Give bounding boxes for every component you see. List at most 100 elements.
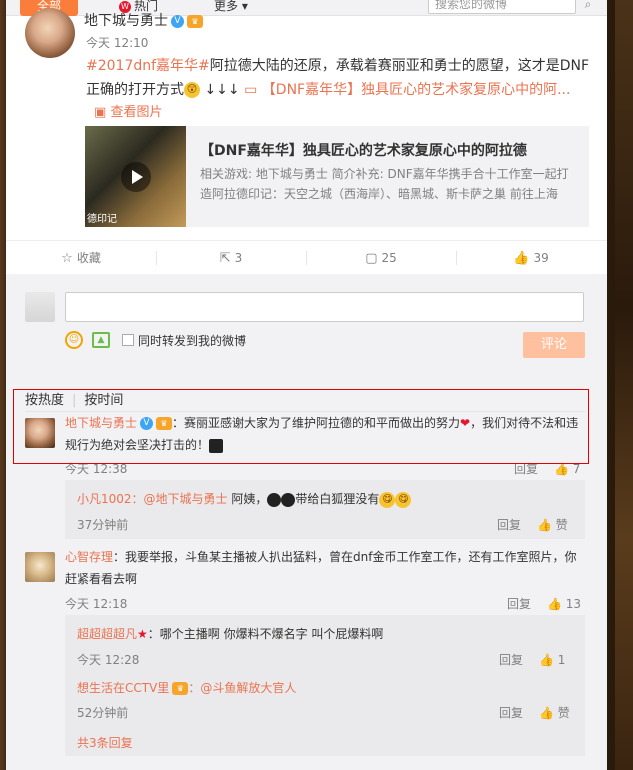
tab-more[interactable]: 更多 ▾ (214, 0, 248, 16)
thumbs-up-icon[interactable]: 👍 (539, 653, 554, 667)
reply-author[interactable]: 超超超超凡 (77, 627, 137, 641)
action-bar: ☆ 收藏 ⇱ 3 ▢ 25 👍 39 (6, 240, 607, 274)
view-image-link[interactable]: ▣ 查看图片 (94, 101, 162, 120)
reply-list: 小凡1002：@地下城与勇士 阿姨， 带给白狐狸没有 😋 😋 37分钟前 回复 👍 赞 (65, 480, 585, 539)
verified-icon: V (140, 417, 154, 430)
reply-like-count: 1 (557, 653, 566, 667)
thumbs-up-icon[interactable]: 👍 (539, 706, 554, 720)
play-icon[interactable] (121, 162, 151, 192)
vip-icon: ♛ (172, 682, 189, 695)
repost-count: 3 (234, 251, 243, 265)
comment-author[interactable]: 心智存理 (65, 550, 113, 564)
repost-checkbox-label[interactable]: 同时转发到我的微博 (138, 332, 246, 349)
reply-button[interactable]: 回复 (507, 597, 531, 611)
comment-actions: 回复 👍 7 (514, 460, 580, 477)
comment-text: 心智存理：我要举报，斗鱼某主播被人扒出猛料，曾在dnf金币工作室工作，还有工作室… (65, 546, 585, 590)
repost-checkbox[interactable] (122, 334, 134, 346)
comment-actions: 回复 👍 13 (507, 595, 581, 612)
sort-by-hot[interactable]: 按热度 (25, 393, 64, 408)
my-avatar[interactable] (25, 292, 55, 322)
card-title[interactable]: 【DNF嘉年华】独具匠心的艺术家复原心中的阿拉德 (200, 140, 527, 160)
comment-avatar[interactable] (25, 552, 55, 582)
thumbs-up-icon: 👍 (513, 251, 530, 266)
laugh-emoji-icon: 😋 (395, 491, 412, 508)
reply-body: 阿姨， (227, 492, 268, 506)
comment-avatar[interactable] (25, 418, 55, 448)
reply-button[interactable]: 回复 (497, 518, 521, 532)
sort-by-time[interactable]: 按时间 (84, 393, 123, 408)
search-icon[interactable]: ⌕ (578, 0, 598, 14)
tab-more-label: 更多 (214, 0, 239, 13)
reply-time[interactable]: 今天 12:28 (77, 651, 139, 668)
video-link-icon: ▭ (244, 82, 258, 98)
reply-body-cont: 带给白狐狸没有 (295, 492, 380, 506)
thumbs-up-icon[interactable]: 👍 (537, 518, 552, 532)
repost-button[interactable]: ⇱ 3 (156, 241, 306, 275)
reply-mention[interactable]: ：@地下城与勇士 (132, 492, 228, 506)
thumbs-up-icon[interactable]: 👍 (547, 597, 562, 611)
comment-like-count: 7 (572, 462, 581, 476)
video-card[interactable]: 德印记 【DNF嘉年华】独具匠心的艺术家复原心中的阿拉德 相关游戏: 地下城与勇… (85, 126, 589, 227)
sort-separator: | (72, 393, 77, 408)
post-time[interactable]: 今天 12:10 (86, 34, 148, 51)
bomb-emoji-icon (267, 492, 282, 507)
comment-text: 地下城与勇士 V ♛ ：赛丽亚感谢大家为了维护阿拉德的和平而做出的努力❤，我们对待不法… (65, 412, 585, 456)
batman-emoji-icon (209, 438, 224, 453)
reply-text: 想生活在CCTV里 ♛ ：@斗鱼解放大官人 (77, 677, 577, 699)
comment-body: ：赛丽亚感谢大家为了维护阿拉德的和平而做出的努力 (172, 416, 461, 430)
verified-icon: V (171, 14, 184, 28)
emoji-picker-icon[interactable]: ☺ (65, 331, 83, 349)
author-avatar[interactable] (25, 8, 75, 58)
reply-like-label: 赞 (557, 706, 570, 720)
comment-time[interactable]: 今天 12:38 (65, 460, 127, 477)
vip-icon: ♛ (156, 417, 173, 430)
thumbs-up-icon[interactable]: 👍 (554, 462, 569, 476)
favorite-button[interactable]: ☆ 收藏 (6, 241, 156, 275)
comment-input[interactable] (65, 292, 584, 322)
thumbnail-caption: 德印记 (87, 214, 117, 225)
reply-button[interactable]: 回复 (499, 706, 523, 720)
reply-author[interactable]: 想生活在CCTV里 (77, 681, 169, 695)
like-count: 39 (533, 251, 549, 265)
reply-button[interactable]: 回复 (499, 653, 523, 667)
hashtag-link[interactable]: #2017dnf嘉年华# (86, 58, 210, 74)
weibo-post-panel: 全部 W 热门 更多 ▾ 搜索您的微博 ⌕ 地下城与勇士 V ♛ 今天 12:10 #… (6, 0, 607, 770)
reply-like-label: 赞 (555, 518, 568, 532)
star-icon: ☆ (61, 251, 73, 266)
surprised-emoji-icon: 😲 (184, 82, 200, 98)
favorite-label: 收藏 (76, 251, 101, 265)
star-badge-icon: ★ (137, 627, 148, 641)
reply-time[interactable]: 52分钟前 (77, 704, 128, 721)
image-upload-icon[interactable]: ▲ (92, 332, 110, 348)
view-image-label: 查看图片 (110, 105, 163, 120)
comment-section: ☺ ▲ 同时转发到我的微博 评论 按热度 | 按时间 地下城与勇士 V ♛ ：赛丽亚感谢大… (6, 274, 607, 770)
comment-time[interactable]: 今天 12:18 (65, 595, 127, 612)
submit-comment-button[interactable]: 评论 (523, 332, 585, 358)
video-thumbnail[interactable]: 德印记 (85, 126, 186, 227)
reply-list: 超超超超凡★：哪个主播啊 你爆料不爆名字 叫个屁爆料啊 今天 12:28 回复 👍… (65, 615, 585, 756)
image-icon: ▣ (94, 105, 107, 120)
reply-time[interactable]: 37分钟前 (77, 516, 128, 533)
video-link[interactable]: 【DNF嘉年华】独具匠心的艺术家复原心中的阿... (262, 82, 571, 98)
comment-author[interactable]: 地下城与勇士 (65, 416, 137, 430)
author-name[interactable]: 地下城与勇士 (84, 13, 168, 29)
reply-actions: 回复 👍 赞 (497, 516, 568, 533)
reply-button[interactable]: 回复 (514, 462, 538, 476)
comment-icon: ▢ (365, 251, 378, 266)
reply-actions: 回复 👍 赞 (499, 704, 570, 721)
bomb-emoji-icon (281, 492, 296, 507)
vip-icon: ♛ (187, 14, 203, 28)
heart-emoji-icon: ❤ (460, 416, 471, 430)
laugh-emoji-icon: 😋 (379, 491, 396, 508)
reply-author[interactable]: 小凡1002 (77, 492, 132, 506)
reply-text: 超超超超凡★：哪个主播啊 你爆料不爆名字 叫个屁爆料啊 (77, 623, 577, 645)
search-input[interactable]: 搜索您的微博 (428, 0, 576, 14)
comment-count: 25 (381, 251, 397, 265)
like-button[interactable]: 👍 39 (456, 241, 606, 275)
comment-button[interactable]: ▢ 25 (306, 241, 456, 275)
more-replies-link[interactable]: 共3条回复 (77, 734, 133, 751)
reply-actions: 回复 👍 1 (499, 651, 565, 668)
post-text: #2017dnf嘉年华#阿拉德大陆的还原，承载着赛丽亚和勇士的愿望，这才是DNF… (86, 54, 591, 102)
chevron-down-icon: ▾ (241, 0, 248, 13)
reply-mention[interactable]: ：@斗鱼解放大官人 (188, 681, 296, 695)
